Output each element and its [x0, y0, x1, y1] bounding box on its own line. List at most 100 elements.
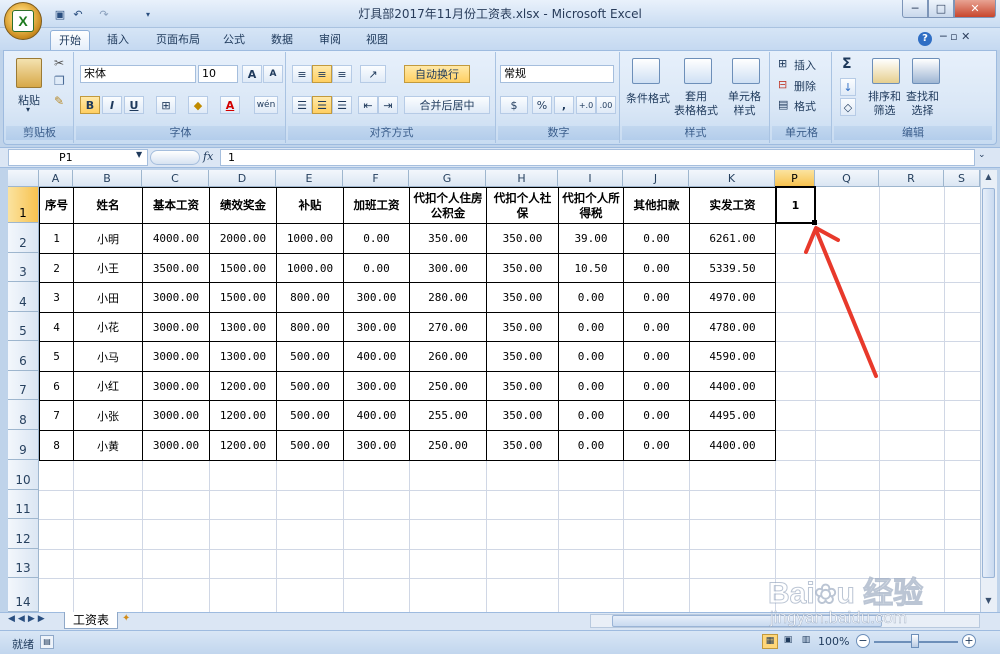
table-cell[interactable]: 8 [39, 430, 74, 461]
column-header-a[interactable]: A [39, 170, 73, 187]
table-header-cell[interactable]: 其他扣款 [623, 187, 690, 224]
row-header[interactable]: 1 [8, 187, 39, 223]
table-cell[interactable]: 0.00 [623, 371, 690, 401]
row-header[interactable]: 14 [8, 578, 39, 612]
row-header[interactable]: 6 [8, 341, 39, 371]
table-cell[interactable]: 3000.00 [142, 282, 210, 313]
delete-cells-button[interactable]: 删除 [794, 78, 816, 94]
row-header[interactable]: 12 [8, 519, 39, 549]
row-header[interactable]: 9 [8, 430, 39, 460]
merge-center-button[interactable]: 合并后居中 [404, 96, 490, 114]
column-header-s[interactable]: S [944, 170, 980, 187]
table-header-cell[interactable]: 代扣个人所得税 [558, 187, 624, 224]
row-header[interactable]: 3 [8, 253, 39, 282]
align-left-icon[interactable]: ☰ [292, 96, 312, 114]
zoom-slider-thumb[interactable] [911, 634, 919, 648]
tab-formulas[interactable]: 公式 [215, 30, 253, 50]
delete-icon[interactable]: ⊟ [778, 78, 787, 91]
table-cell[interactable]: 1200.00 [209, 400, 277, 431]
cell-styles-button[interactable]: 单元格 样式 [728, 90, 761, 118]
binoculars-icon[interactable] [912, 58, 940, 84]
zoom-in-icon[interactable]: + [962, 634, 976, 648]
vertical-scroll-thumb[interactable] [982, 188, 995, 578]
autosum-button[interactable]: Σ [842, 56, 852, 72]
table-cell[interactable]: 280.00 [409, 282, 487, 313]
table-cell[interactable]: 3 [39, 282, 74, 313]
align-top-icon[interactable]: ≡ [292, 65, 312, 83]
table-cell[interactable]: 4590.00 [689, 341, 776, 372]
align-bottom-icon[interactable]: ≡ [332, 65, 352, 83]
redo-icon[interactable]: ↷ [96, 6, 112, 22]
selected-cell-p1[interactable]: 1 [775, 186, 816, 224]
select-all-button[interactable] [8, 170, 39, 187]
qat-customize-icon[interactable]: ▾ [140, 6, 156, 22]
table-cell[interactable]: 4400.00 [689, 371, 776, 401]
table-cell[interactable]: 3000.00 [142, 312, 210, 342]
align-right-icon[interactable]: ☰ [332, 96, 352, 114]
insert-icon[interactable]: ⊞ [778, 57, 787, 70]
undo-icon[interactable]: ↶ [70, 6, 86, 22]
table-cell[interactable]: 0.00 [623, 282, 690, 313]
expand-formula-icon[interactable]: ⌄ [978, 150, 986, 160]
table-cell[interactable]: 4780.00 [689, 312, 776, 342]
table-cell[interactable]: 1300.00 [209, 312, 277, 342]
table-cell[interactable]: 3000.00 [142, 400, 210, 431]
table-cell[interactable]: 0.00 [558, 371, 624, 401]
insert-cells-button[interactable]: 插入 [794, 57, 816, 73]
phonetic-button[interactable]: wén [254, 96, 278, 114]
row-header[interactable]: 13 [8, 549, 39, 578]
table-cell[interactable]: 250.00 [409, 430, 487, 461]
zoom-level[interactable]: 100% [818, 635, 849, 648]
sort-filter-button[interactable]: 排序和 筛选 [868, 90, 901, 118]
row-header[interactable]: 11 [8, 490, 39, 519]
table-cell[interactable]: 小王 [73, 253, 143, 283]
italic-button[interactable]: I [102, 96, 122, 114]
table-cell[interactable]: 1500.00 [209, 282, 277, 313]
column-header-p[interactable]: P [775, 170, 815, 187]
scroll-up-icon[interactable]: ▲ [981, 172, 996, 186]
table-cell[interactable]: 500.00 [276, 400, 344, 431]
decrease-decimal-button[interactable]: .00 [596, 96, 616, 114]
row-header[interactable]: 8 [8, 400, 39, 430]
format-cells-button[interactable]: 格式 [794, 98, 816, 114]
table-cell[interactable]: 350.00 [486, 282, 559, 313]
table-cell[interactable]: 1200.00 [209, 371, 277, 401]
table-header-cell[interactable]: 姓名 [73, 187, 143, 224]
table-cell[interactable]: 5 [39, 341, 74, 372]
ribbon-minimize-icon[interactable]: ─ ▫ ✕ [940, 30, 970, 43]
table-cell[interactable]: 500.00 [276, 341, 344, 372]
table-cell[interactable]: 6 [39, 371, 74, 401]
table-header-cell[interactable]: 加班工资 [343, 187, 410, 224]
table-cell[interactable]: 4970.00 [689, 282, 776, 313]
table-cell[interactable]: 3000.00 [142, 371, 210, 401]
tab-page-layout[interactable]: 页面布局 [148, 30, 208, 50]
borders-icon[interactable]: ⊞ [156, 96, 176, 114]
paste-dropdown-icon[interactable]: ▾ [26, 105, 30, 114]
table-header-cell[interactable]: 代扣个人社保 [486, 187, 559, 224]
align-center-icon[interactable]: ☰ [312, 96, 332, 114]
insert-function-button[interactable]: fx [203, 150, 213, 163]
format-icon[interactable]: ▤ [778, 98, 788, 111]
shrink-font-button[interactable]: A [263, 65, 283, 83]
row-header[interactable]: 5 [8, 312, 39, 341]
table-cell[interactable]: 0.00 [558, 400, 624, 431]
insert-sheet-icon[interactable]: ✦ [122, 613, 140, 628]
decrease-indent-icon[interactable]: ⇤ [358, 96, 378, 114]
table-cell[interactable]: 350.00 [486, 371, 559, 401]
table-cell[interactable]: 300.00 [409, 253, 487, 283]
table-cell[interactable]: 0.00 [343, 253, 410, 283]
column-header-i[interactable]: I [558, 170, 623, 187]
table-cell[interactable]: 300.00 [343, 312, 410, 342]
table-cell[interactable]: 400.00 [343, 400, 410, 431]
tab-view[interactable]: 视图 [358, 30, 396, 50]
table-cell[interactable]: 300.00 [343, 430, 410, 461]
table-header-cell[interactable]: 补贴 [276, 187, 344, 224]
paste-icon[interactable] [16, 58, 42, 88]
clear-icon[interactable]: ◇ [840, 98, 856, 116]
table-cell[interactable]: 1500.00 [209, 253, 277, 283]
copy-icon[interactable]: ❐ [54, 74, 65, 88]
table-cell[interactable]: 350.00 [486, 400, 559, 431]
tab-data[interactable]: 数据 [262, 30, 302, 50]
tab-insert[interactable]: 插入 [98, 30, 138, 50]
page-layout-view-icon[interactable]: ▣ [780, 634, 796, 649]
